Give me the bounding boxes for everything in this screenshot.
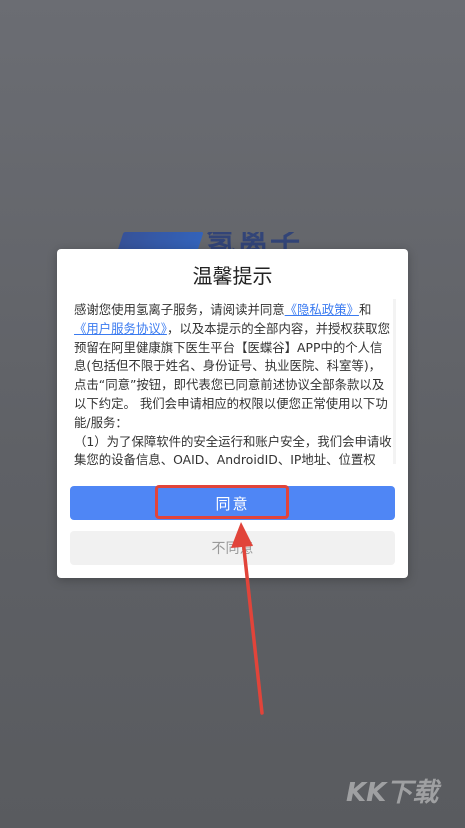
disagree-button[interactable]: 不同意 — [70, 531, 395, 565]
privacy-policy-link[interactable]: 《隐私政策》 — [285, 302, 359, 317]
privacy-dialog: 温馨提示 感谢您使用氢离子服务，请阅读并同意《隐私政策》和《用户服务协议》，以及… — [57, 249, 408, 578]
dialog-body[interactable]: 感谢您使用氢离子服务，请阅读并同意《隐私政策》和《用户服务协议》，以及本提示的全… — [74, 301, 392, 467]
watermark-text: KK下载 — [346, 777, 439, 808]
dialog-body-paragraph: 感谢您使用氢离子服务，请阅读并同意《隐私政策》和《用户服务协议》，以及本提示的全… — [74, 301, 392, 433]
dialog-body-item-1: （1）为了保障软件的安全运行和账户安全，我们会申请收集您的设备信息、OAID、A… — [74, 433, 392, 467]
body-intro-text: 感谢您使用氢离子服务，请阅读并同意 — [74, 302, 285, 317]
body-rest-text: ，以及本提示的全部内容，并授权获取您预留在阿里健康旗下医生平台【医蝶谷】APP中… — [74, 320, 390, 430]
scrollbar[interactable] — [393, 299, 396, 464]
watermark-logo: KK下载 — [346, 770, 456, 810]
dialog-title: 温馨提示 — [192, 264, 273, 288]
user-agreement-link[interactable]: 《用户服务协议》 — [74, 321, 167, 336]
body-and-text: 和 — [358, 302, 372, 317]
agree-highlight-box — [155, 485, 289, 519]
